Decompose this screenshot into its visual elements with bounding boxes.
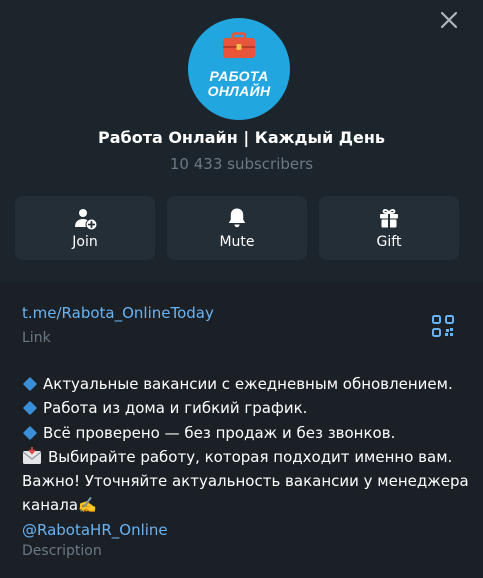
mute-label: Mute bbox=[219, 234, 255, 250]
join-button[interactable]: Join bbox=[15, 196, 155, 260]
subscriber-count: 10 433 subscribers bbox=[169, 155, 314, 173]
avatar-text-line1: РАБОТА bbox=[209, 68, 269, 84]
mention-line: @RabotaHR_Online bbox=[22, 518, 467, 542]
blue-diamond-icon bbox=[22, 401, 38, 416]
gift-icon bbox=[380, 209, 398, 228]
description-line: Выбирайте работу, которая подходит именн… bbox=[22, 445, 467, 469]
add-user-icon bbox=[75, 209, 97, 230]
avatar-text-line2: ОНЛАЙН bbox=[207, 83, 271, 99]
description-line: Важно! Уточняйте актуальность вакансии у… bbox=[22, 472, 469, 491]
blue-diamond-icon bbox=[22, 376, 38, 392]
mention-link[interactable]: @RabotaHR_Online bbox=[22, 521, 168, 539]
description-caption: Description bbox=[22, 543, 102, 559]
channel-title: Работа Онлайн | Каждый День bbox=[98, 128, 385, 147]
channel-link[interactable]: t.me/Rabota_OnlineToday bbox=[22, 304, 214, 322]
bell-icon bbox=[228, 208, 246, 228]
description-line: канала✍️ bbox=[22, 496, 97, 515]
gift-button[interactable]: Gift bbox=[319, 196, 459, 260]
description-line: Всё проверено — без продаж и без звонков… bbox=[22, 421, 467, 445]
qr-code-icon[interactable] bbox=[432, 315, 454, 337]
description-line: Актуальные вакансии с ежедневным обновле… bbox=[22, 372, 467, 396]
gift-label: Gift bbox=[376, 234, 402, 250]
description-line: Работа из дома и гибкий график. bbox=[22, 396, 467, 420]
envelope-icon bbox=[22, 447, 42, 465]
mute-button[interactable]: Mute bbox=[167, 196, 307, 260]
join-label: Join bbox=[72, 234, 98, 250]
channel-description: Актуальные вакансии с ежедневным обновле… bbox=[22, 372, 469, 542]
link-caption: Link bbox=[22, 330, 51, 346]
blue-diamond-icon bbox=[22, 425, 38, 440]
channel-avatar: РАБОТА ОНЛАЙН bbox=[188, 18, 290, 120]
briefcase-icon bbox=[223, 32, 255, 58]
close-icon[interactable] bbox=[437, 8, 461, 32]
